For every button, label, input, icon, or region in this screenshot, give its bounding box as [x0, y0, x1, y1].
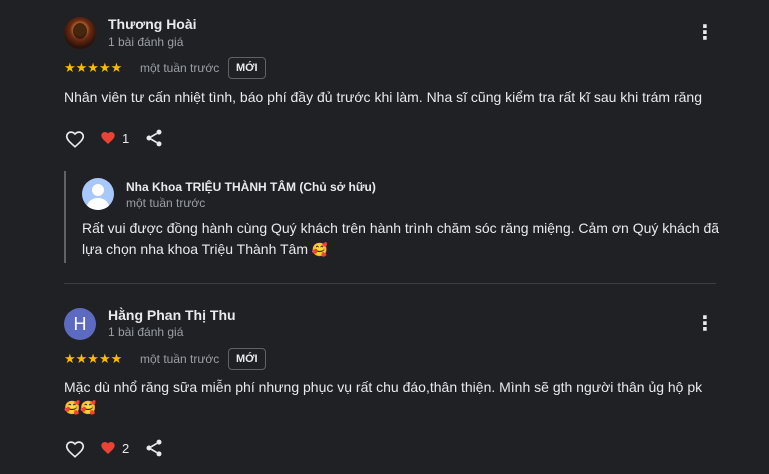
reply-indicator	[64, 171, 66, 263]
more-options-icon[interactable]: ⋮	[693, 21, 717, 45]
review-text: Mặc dù nhổ răng sữa miễn phí nhưng phục …	[64, 377, 714, 418]
share-icon	[144, 128, 164, 148]
avatar[interactable]	[64, 17, 96, 49]
new-badge: MỚI	[228, 348, 266, 370]
share-button[interactable]	[144, 128, 164, 148]
review-author-name[interactable]: Thương Hoài	[108, 16, 197, 32]
smiling-face-hearts-emoji: 🥰🥰	[64, 400, 97, 415]
review-time: một tuần trước	[140, 61, 220, 75]
reply-text-line: lựa chọn nha khoa Triệu Thành Tâm 🥰	[82, 239, 722, 260]
heart-red-icon	[100, 440, 116, 456]
review-text-line: Mặc dù nhổ răng sữa miễn phí nhưng phục …	[64, 379, 703, 395]
heart-red-icon	[100, 130, 116, 146]
smiling-face-hearts-emoji: 🥰	[311, 242, 329, 257]
reply-text-line-content: lựa chọn nha khoa Triệu Thành Tâm	[82, 241, 308, 257]
review-author-name[interactable]: Hằng Phan Thị Thu	[108, 307, 236, 323]
heart-outline-icon	[64, 438, 86, 460]
review-count: 1 bài đánh giá	[108, 35, 184, 49]
like-count: 2	[122, 440, 130, 456]
star-rating: ★★★★★	[64, 60, 123, 75]
liked-count[interactable]: 2	[100, 440, 129, 456]
like-button[interactable]	[64, 128, 86, 150]
reply-text: Rất vui được đồng hành cùng Quý khách tr…	[82, 218, 722, 260]
reply-text-line: Rất vui được đồng hành cùng Quý khách tr…	[82, 220, 720, 236]
star-rating: ★★★★★	[64, 351, 123, 366]
new-badge: MỚI	[228, 57, 266, 79]
review-emoji: 🥰🥰	[64, 397, 714, 418]
like-button[interactable]	[64, 438, 86, 460]
review-count: 1 bài đánh giá	[108, 325, 184, 339]
review-time: một tuần trước	[140, 352, 220, 366]
like-count: 1	[122, 130, 130, 146]
liked-count[interactable]: 1	[100, 130, 129, 146]
review-text: Nhân viên tư cấn nhiệt tình, báo phí đầy…	[64, 89, 703, 105]
heart-outline-icon	[64, 128, 86, 150]
more-options-icon[interactable]: ⋮	[693, 312, 717, 336]
share-button[interactable]	[144, 438, 164, 458]
review-divider	[64, 283, 716, 284]
avatar[interactable]: H	[64, 308, 96, 340]
owner-name: Nha Khoa TRIỆU THÀNH TÂM (Chủ sở hữu)	[126, 180, 376, 194]
share-icon	[144, 438, 164, 458]
owner-avatar	[82, 178, 114, 210]
reply-time: một tuần trước	[126, 196, 206, 210]
